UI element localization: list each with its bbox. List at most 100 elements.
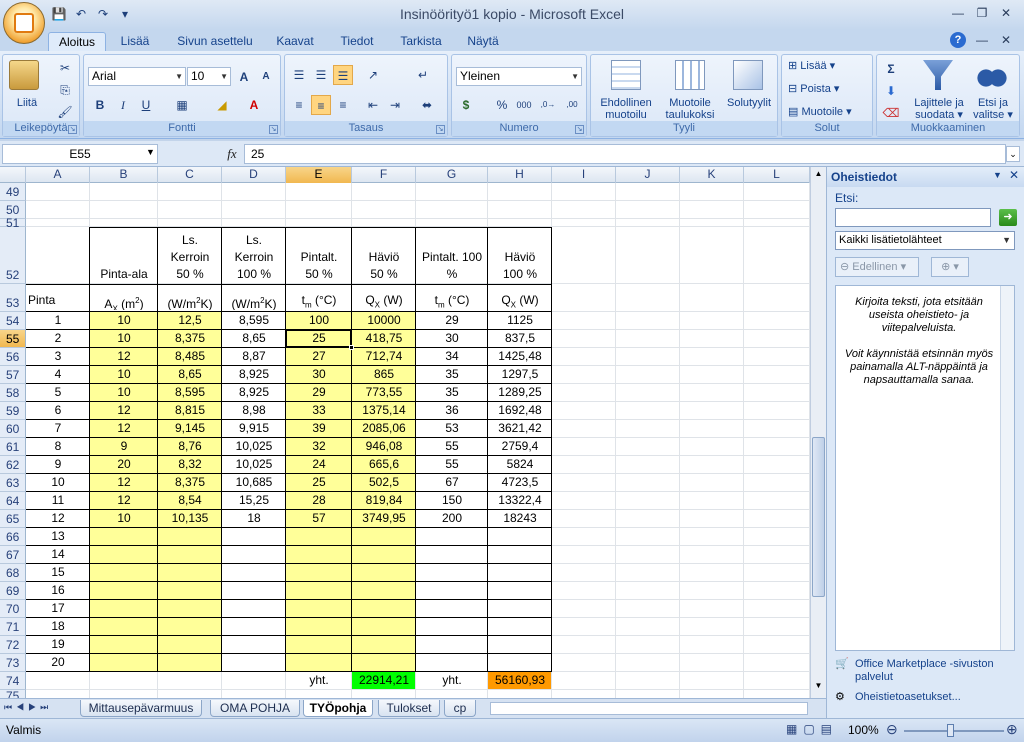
row-header-53[interactable]: 53 xyxy=(0,284,26,312)
cell-g61[interactable]: 55 xyxy=(416,438,488,455)
cell-a60[interactable]: 7 xyxy=(26,420,90,437)
cell-e70[interactable] xyxy=(286,600,352,617)
cell-h65[interactable]: 18243 xyxy=(488,510,552,527)
cell-b73[interactable] xyxy=(90,654,158,671)
row-header-63[interactable]: 63 xyxy=(0,474,26,492)
cell-b70[interactable] xyxy=(90,600,158,617)
alignment-launcher-icon[interactable]: ↘ xyxy=(436,125,445,134)
cell-f60[interactable]: 2085,06 xyxy=(352,420,416,437)
row-header-69[interactable]: 69 xyxy=(0,582,26,600)
zoom-thumb[interactable] xyxy=(947,724,954,737)
cell-c57[interactable]: 8,65 xyxy=(158,366,222,383)
row-header-62[interactable]: 62 xyxy=(0,456,26,474)
cell-f61[interactable]: 946,08 xyxy=(352,438,416,455)
expand-formula-icon[interactable]: ⌄ xyxy=(1006,146,1020,162)
clipboard-launcher-icon[interactable]: ↘ xyxy=(68,125,77,134)
format-cells-button[interactable]: ▤ Muotoile ▾ xyxy=(788,106,868,118)
cell-c68[interactable] xyxy=(158,564,222,581)
doc-minimize-button[interactable]: — xyxy=(970,31,994,49)
research-options-link[interactable]: Oheistietoasetukset... xyxy=(855,691,961,703)
cell-b63[interactable]: 12 xyxy=(90,474,158,491)
cell-c71[interactable] xyxy=(158,618,222,635)
vertical-scrollbar[interactable]: ▲ ▼ xyxy=(810,167,826,698)
cell-f71[interactable] xyxy=(352,618,416,635)
cell-h55[interactable]: 837,5 xyxy=(488,330,552,347)
close-button[interactable]: ✕ xyxy=(994,4,1018,22)
cell-c62[interactable]: 8,32 xyxy=(158,456,222,473)
copy-icon[interactable]: ⎘ xyxy=(55,80,75,100)
cell-c73[interactable] xyxy=(158,654,222,671)
cell-f55[interactable]: 418,75 xyxy=(352,330,416,347)
customize-qat-icon[interactable]: ▾ xyxy=(116,6,134,22)
tab-sivun-asettelu[interactable]: Sivun asettelu xyxy=(170,32,260,52)
cell-b64[interactable]: 12 xyxy=(90,492,158,509)
total-label-g[interactable]: yht. xyxy=(416,672,488,689)
find-select-button[interactable]: Etsi ja valitse ▾ xyxy=(967,97,1019,121)
cell-g62[interactable]: 55 xyxy=(416,456,488,473)
cell-c60[interactable]: 9,145 xyxy=(158,420,222,437)
cell-h72[interactable] xyxy=(488,636,552,653)
cell-h66[interactable] xyxy=(488,528,552,545)
header-ls-kerroin-50-line3[interactable]: 50 % xyxy=(158,266,222,283)
cell-d54[interactable]: 8,595 xyxy=(222,312,286,329)
increase-indent-icon[interactable]: ⇥ xyxy=(385,95,405,115)
cell-d69[interactable] xyxy=(222,582,286,599)
cell-e65[interactable]: 57 xyxy=(286,510,352,527)
cell-f70[interactable] xyxy=(352,600,416,617)
cell-a63[interactable]: 10 xyxy=(26,474,90,491)
row-header-70[interactable]: 70 xyxy=(0,600,26,618)
search-input[interactable] xyxy=(835,208,991,227)
cell-h56[interactable]: 1425,48 xyxy=(488,348,552,365)
cell-f67[interactable] xyxy=(352,546,416,563)
cell-a61[interactable]: 8 xyxy=(26,438,90,455)
cell-g67[interactable] xyxy=(416,546,488,563)
cell-g72[interactable] xyxy=(416,636,488,653)
sheet-tab-tulokset[interactable]: Tulokset xyxy=(378,700,440,717)
cell-c55[interactable]: 8,375 xyxy=(158,330,222,347)
column-header-l[interactable]: L xyxy=(744,167,810,183)
cell-h63[interactable]: 4723,5 xyxy=(488,474,552,491)
cell-b67[interactable] xyxy=(90,546,158,563)
conditional-format-button[interactable]: Ehdollinen muotoilu xyxy=(593,97,659,121)
cell-f54[interactable]: 10000 xyxy=(352,312,416,329)
insert-function-icon[interactable]: fx xyxy=(222,144,242,164)
header-ls-kerroin-100-line2[interactable]: Kerroin xyxy=(222,249,286,266)
cell-b55[interactable]: 10 xyxy=(90,330,158,347)
row-header-66[interactable]: 66 xyxy=(0,528,26,546)
cell-f64[interactable]: 819,84 xyxy=(352,492,416,509)
header-tm-100[interactable]: tm (°C) xyxy=(416,292,488,310)
cell-c66[interactable] xyxy=(158,528,222,545)
total-havio-50[interactable]: 22914,21 xyxy=(352,672,416,689)
cell-styles-button[interactable]: Solutyylit xyxy=(721,97,777,109)
cell-d55[interactable]: 8,65 xyxy=(222,330,286,347)
tab-tarkista[interactable]: Tarkista xyxy=(392,32,450,52)
thousands-button[interactable]: 000 xyxy=(514,95,534,115)
align-left-icon[interactable]: ≡ xyxy=(289,95,309,115)
cell-h67[interactable] xyxy=(488,546,552,563)
header-pintalt-100-line1[interactable]: Pintalt. 100 xyxy=(416,249,488,266)
column-header-b[interactable]: B xyxy=(90,167,158,183)
cell-c63[interactable]: 8,375 xyxy=(158,474,222,491)
header-ls-kerroin-50-line1[interactable]: Ls. xyxy=(158,232,222,249)
cell-a72[interactable]: 19 xyxy=(26,636,90,653)
row-header-72[interactable]: 72 xyxy=(0,636,26,654)
cell-a69[interactable]: 16 xyxy=(26,582,90,599)
cell-f63[interactable]: 502,5 xyxy=(352,474,416,491)
cell-d60[interactable]: 9,915 xyxy=(222,420,286,437)
cell-d70[interactable] xyxy=(222,600,286,617)
previous-button[interactable]: ⊖ Edellinen ▾ xyxy=(835,257,919,277)
cell-d63[interactable]: 10,685 xyxy=(222,474,286,491)
name-box-dropdown-icon[interactable]: ▼ xyxy=(146,147,155,157)
cell-a59[interactable]: 6 xyxy=(26,402,90,419)
cell-g56[interactable]: 34 xyxy=(416,348,488,365)
cell-h73[interactable] xyxy=(488,654,552,671)
cell-g66[interactable] xyxy=(416,528,488,545)
increase-decimal-button[interactable]: ,0→ xyxy=(538,95,558,115)
minimize-button[interactable]: — xyxy=(946,4,970,22)
bold-button[interactable]: B xyxy=(90,95,110,115)
pane-menu-icon[interactable]: ▼ xyxy=(993,170,1002,180)
cell-c54[interactable]: 12,5 xyxy=(158,312,222,329)
cell-d59[interactable]: 8,98 xyxy=(222,402,286,419)
pane-scrollbar[interactable] xyxy=(1000,286,1014,650)
cell-f69[interactable] xyxy=(352,582,416,599)
